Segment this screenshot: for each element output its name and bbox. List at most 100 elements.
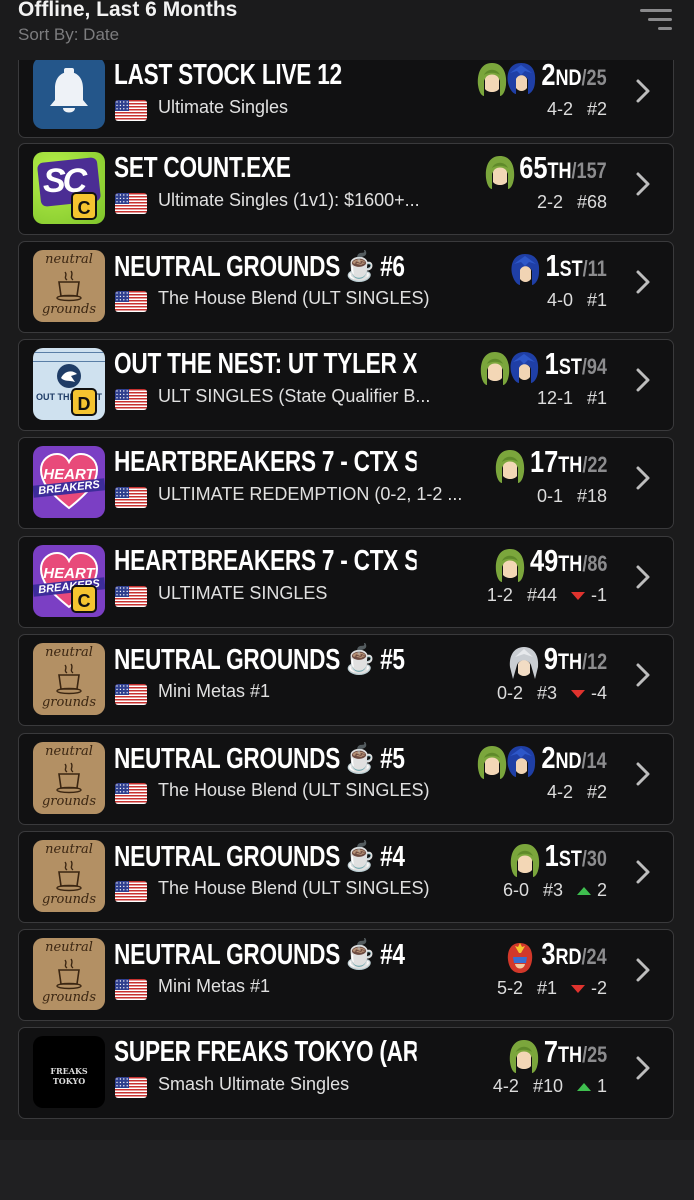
bottom-area xyxy=(0,1140,694,1200)
set-stats: 1-2 #44 -1 xyxy=(487,585,607,606)
tournament-row[interactable]: SC C SET COUNT.EXE Ultimate Singles (1v1): … xyxy=(18,143,674,235)
set-stats: 4-2 #2 xyxy=(547,782,607,803)
placing-number: 17 xyxy=(529,444,558,479)
green-hair-character-icon xyxy=(482,154,518,195)
set-stats: 4-2 #10 1 xyxy=(493,1076,607,1097)
header: Offline, Last 6 Months Sort By: Date xyxy=(0,0,694,60)
chevron-right-icon[interactable] xyxy=(633,269,653,295)
placing-suffix: ST xyxy=(558,846,582,871)
placing: 2ND/14 xyxy=(542,740,607,776)
tournament-title: LAST STOCK LIVE 12 xyxy=(114,59,417,100)
tournament-title: OUT THE NEST: UT TYLER X TEXSE... xyxy=(114,348,417,389)
seed-delta: -2 xyxy=(590,978,607,998)
tournament-title-text: NEUTRAL GROUNDS ☕ #4 xyxy=(114,841,405,873)
character-icons xyxy=(506,1038,538,1074)
set-record: 4-2 xyxy=(492,1076,519,1096)
placing: 1ST/94 xyxy=(545,346,607,382)
chevron-right-icon[interactable] xyxy=(633,761,653,787)
tournament-row[interactable]: LAST STOCK LIVE 12 Ultimate Singles 2ND/25… xyxy=(18,50,674,138)
tournament-row[interactable]: FREAKS TOKYO SUPER FREAKS TOKYO (ARLINGTO… xyxy=(18,1027,674,1119)
event-name: ULTIMATE REDEMPTION (0-2, 1-2 ... xyxy=(158,484,463,504)
set-record: 6-0 xyxy=(502,880,529,900)
chevron-right-icon[interactable] xyxy=(633,662,653,688)
us-flag-icon xyxy=(115,783,147,804)
chevron-right-icon[interactable] xyxy=(633,564,653,590)
seed-delta: -1 xyxy=(590,585,607,605)
tournament-title: NEUTRAL GROUNDS ☕ #4 xyxy=(114,840,417,882)
set-record: 2-2 xyxy=(536,192,563,212)
us-flag-icon xyxy=(115,979,147,1000)
tournament-title-text: NEUTRAL GROUNDS ☕ #4 xyxy=(114,939,405,971)
tournament-title: NEUTRAL GROUNDS ☕ #4 xyxy=(114,938,417,980)
seed-delta: 1 xyxy=(596,1076,607,1096)
red-helmet-character-icon xyxy=(504,940,536,981)
seed: #1 xyxy=(536,978,557,998)
tournament-title-text: OUT THE NEST: UT TYLER X TEXSE... xyxy=(114,348,417,380)
character-icons xyxy=(474,744,535,780)
seed-delta: 2 xyxy=(596,880,607,900)
seed: #10 xyxy=(532,1076,563,1096)
chevron-right-icon[interactable] xyxy=(633,859,653,885)
event-name: The House Blend (ULT SINGLES) xyxy=(158,780,430,800)
us-flag-icon xyxy=(115,487,147,508)
chevron-right-icon[interactable] xyxy=(633,367,653,393)
logo-text: grounds xyxy=(41,990,97,1005)
chevron-right-icon[interactable] xyxy=(633,1055,653,1081)
chevron-right-icon[interactable] xyxy=(633,957,653,983)
tournament-row[interactable]: OUT THE NESTDOUT THE NEST: UT TYLER X TE… xyxy=(18,339,674,431)
tournament-row[interactable]: neutral grounds NEUTRAL GROUNDS ☕ #4 Mini M… xyxy=(18,929,674,1021)
set-stats: 2-2 #68 xyxy=(537,192,607,213)
entrant-total: /86 xyxy=(581,551,607,576)
blue-hair-character-icon xyxy=(504,61,538,102)
tournament-title-text: SUPER FREAKS TOKYO (ARLINGTON... xyxy=(114,1036,417,1068)
event-name: Smash Ultimate Singles xyxy=(158,1074,350,1094)
tournament-logo: neutral grounds xyxy=(33,643,105,715)
placing: 3RD/24 xyxy=(542,936,607,972)
character-icons xyxy=(492,448,524,484)
event-name: Ultimate Singles xyxy=(158,97,289,117)
seed: #3 xyxy=(536,683,557,703)
tournament-title: NEUTRAL GROUNDS ☕ #5 xyxy=(114,643,417,685)
tournament-row[interactable]: neutral grounds NEUTRAL GROUNDS ☕ #5 Mini M… xyxy=(18,634,674,726)
tournament-row[interactable]: neutral grounds NEUTRAL GROUNDS ☕ #6 The Ho… xyxy=(18,241,674,333)
seed-delta: -4 xyxy=(590,683,607,703)
event-name: Ultimate Singles (1v1): $1600+... xyxy=(158,190,420,210)
entrant-total: /25 xyxy=(581,1042,607,1067)
sort-menu-icon[interactable] xyxy=(640,9,672,35)
tournament-title: NEUTRAL GROUNDS ☕ #6 xyxy=(114,250,417,292)
placing-suffix: TH xyxy=(557,551,582,576)
logo-text: neutral xyxy=(45,744,93,759)
placing-number: 49 xyxy=(529,543,558,578)
logo-text: neutral xyxy=(45,645,93,660)
tournament-title-text: LAST STOCK LIVE 12 xyxy=(114,59,342,91)
tournament-row[interactable]: neutral grounds NEUTRAL GROUNDS ☕ #5 The Ho… xyxy=(18,733,674,825)
tournament-row[interactable]: neutral grounds NEUTRAL GROUNDS ☕ #4 The Ho… xyxy=(18,831,674,923)
tournament-logo: FREAKS TOKYO xyxy=(33,1036,105,1108)
event-name: The House Blend (ULT SINGLES) xyxy=(158,878,430,898)
silver-hair-character-icon xyxy=(506,645,542,686)
seed: #3 xyxy=(542,880,563,900)
placing-number: 7 xyxy=(543,1034,558,1069)
entrant-total: /14 xyxy=(581,748,607,773)
us-flag-icon xyxy=(115,684,147,705)
sort-label[interactable]: Sort By: Date xyxy=(18,25,119,45)
green-hair-character-icon xyxy=(492,547,528,588)
set-stats: 5-2 #1 -2 xyxy=(497,978,607,999)
placing: 9TH/12 xyxy=(544,641,607,677)
chevron-right-icon[interactable] xyxy=(633,465,653,491)
down-arrow-icon xyxy=(570,592,585,601)
logo-text: grounds xyxy=(41,794,97,809)
character-icons xyxy=(482,154,514,190)
tournament-title-text: NEUTRAL GROUNDS ☕ #5 xyxy=(114,743,405,775)
set-stats: 0-2 #3 -4 xyxy=(497,683,607,704)
tournament-title: NEUTRAL GROUNDS ☕ #5 xyxy=(114,742,417,784)
tournament-logo: neutral grounds xyxy=(33,250,105,322)
tournament-title-text: SET COUNT.EXE xyxy=(114,152,291,184)
character-icons xyxy=(492,547,524,583)
logo-text: neutral xyxy=(45,940,93,955)
tournament-title-text: HEARTBREAKERS 7 - CTX SMASH SH... xyxy=(114,446,417,478)
chevron-right-icon[interactable] xyxy=(633,78,653,104)
chevron-right-icon[interactable] xyxy=(633,171,653,197)
tournament-row[interactable]: HEARTBREAKERSCHEARTBREAKERS 7 - CTX SMAS… xyxy=(18,536,674,628)
tournament-row[interactable]: HEARTBREAKERS HEARTBREAKERS 7 - CTX SMASH… xyxy=(18,437,674,529)
